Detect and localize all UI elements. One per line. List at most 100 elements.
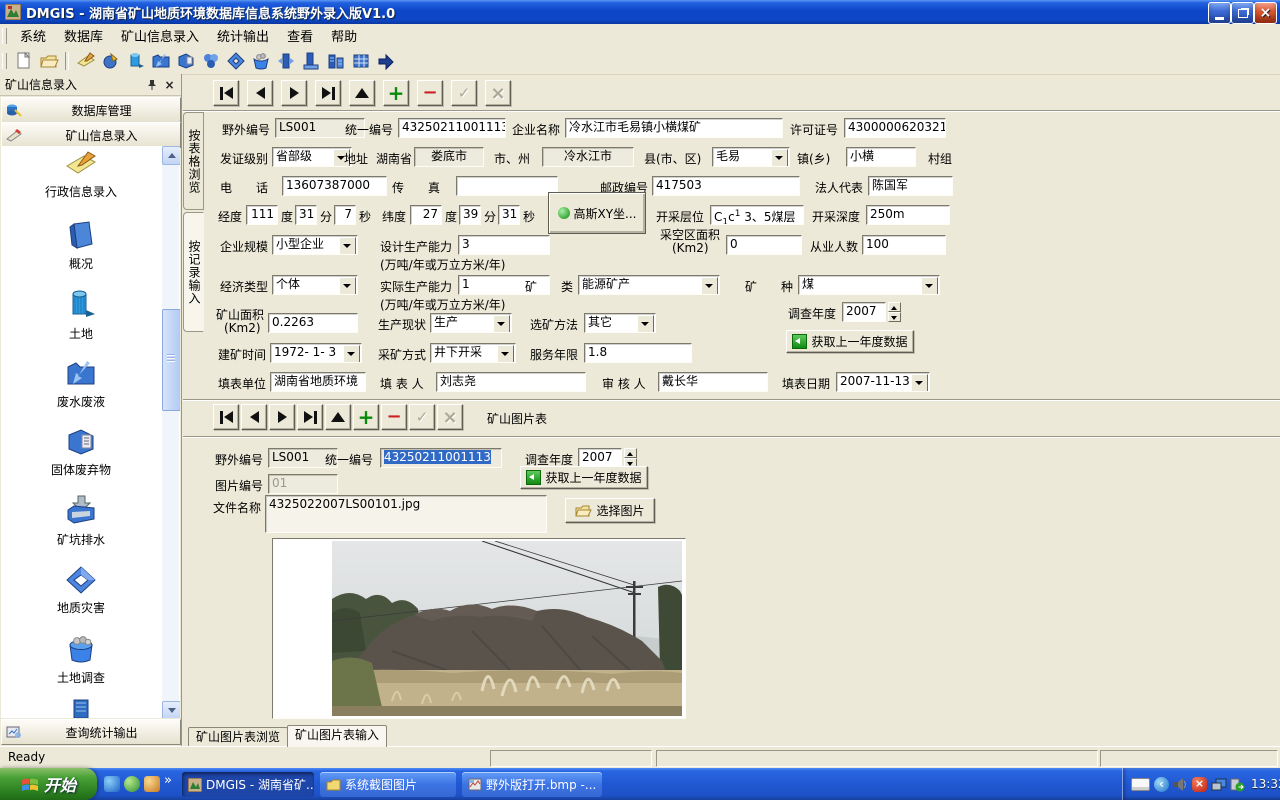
survey-bucket-icon[interactable] (249, 50, 272, 72)
dropdown-arrow-icon[interactable] (771, 149, 788, 167)
pic-cancel-button[interactable] (437, 404, 463, 430)
rec-prev-button[interactable] (247, 80, 273, 106)
sign-entry-icon[interactable] (74, 50, 97, 72)
pic-first-button[interactable] (213, 404, 239, 430)
open-folder-icon[interactable] (37, 50, 60, 72)
rec-last-button[interactable] (315, 80, 341, 106)
quicklaunch-media-icon[interactable] (124, 776, 140, 792)
pic-tongyi-field[interactable]: 43250211001113 (380, 448, 502, 468)
menu-system[interactable]: 系统 (11, 24, 55, 47)
restore-button[interactable] (1231, 2, 1254, 24)
grid-box-icon[interactable] (349, 50, 372, 72)
solidwaste-box-icon[interactable] (174, 50, 197, 72)
rec-first-button[interactable] (213, 80, 239, 106)
menu-database[interactable]: 数据库 (55, 24, 112, 47)
rec-cancel-button[interactable] (485, 80, 511, 106)
xian-combo[interactable]: 毛易 (712, 147, 790, 167)
weidu-sec-field[interactable]: 31 (498, 205, 520, 225)
pic-next-button[interactable] (269, 404, 295, 430)
sidebar-item-xingzheng[interactable]: 行政信息录入 (1, 150, 161, 200)
sidebar-item-paishui[interactable]: 矿坑排水 (1, 494, 161, 548)
scroll-down-icon[interactable] (162, 701, 180, 718)
dropdown-arrow-icon[interactable] (921, 277, 938, 295)
zhen-field[interactable]: 小横 (846, 147, 916, 167)
dropdown-arrow-icon[interactable] (497, 345, 514, 363)
dropdown-arrow-icon[interactable] (343, 345, 360, 363)
dcnd-field[interactable]: 2007 (842, 302, 886, 322)
sidebar-item-diaocha[interactable]: 土地调查 (1, 632, 161, 686)
close-panel-icon[interactable]: × (162, 77, 177, 92)
gauss-xy-button[interactable]: 高斯XY坐... (548, 192, 646, 234)
spin-down-icon[interactable] (888, 312, 901, 322)
tab-picture-browse[interactable]: 矿山图片表浏览 (188, 727, 288, 747)
sidebar-group-query-output[interactable]: 查询统计输出 (1, 719, 181, 745)
exit-arrow-icon[interactable] (374, 50, 397, 72)
tray-network-icon[interactable] (1211, 777, 1226, 792)
dropdown-arrow-icon[interactable] (339, 277, 356, 295)
sidebar-scrollbar[interactable] (162, 146, 179, 718)
land-block-icon[interactable] (299, 50, 322, 72)
shizhou-field[interactable]: 冷水江市 (542, 147, 634, 167)
rec-add-button[interactable] (383, 80, 409, 106)
qiye-field[interactable]: 冷水江市毛易镇小横煤矿 (565, 118, 783, 138)
sidebar-item-guti[interactable]: 固体废弃物 (1, 426, 161, 478)
dropdown-arrow-icon[interactable] (339, 237, 356, 255)
tbr-field[interactable]: 刘志尧 (436, 372, 586, 392)
faren-field[interactable]: 陈国军 (868, 176, 953, 196)
jiankuang-combo[interactable]: 1972- 1- 3 (270, 343, 362, 363)
jingdu-deg-field[interactable]: 111 (246, 205, 278, 225)
wastewater-folder-icon[interactable] (149, 50, 172, 72)
tray-update-icon[interactable] (1230, 777, 1245, 792)
xianzhuang-combo[interactable]: 生产 (430, 313, 512, 333)
jingdu-min-field[interactable]: 31 (295, 205, 317, 225)
land-cylinder-icon[interactable] (124, 50, 147, 72)
start-button[interactable]: 开始 (0, 768, 97, 800)
select-image-button[interactable]: 选择图片 (565, 498, 655, 523)
clover-icon[interactable] (199, 50, 222, 72)
kccw-field[interactable]: C1c1 3、5煤层 (710, 205, 804, 225)
jingdu-sec-field[interactable]: 7 (334, 205, 356, 225)
tel-field[interactable]: 13607387000 (282, 176, 387, 196)
mianji-field[interactable]: 0.2263 (268, 313, 358, 333)
weidu-deg-field[interactable]: 27 (410, 205, 442, 225)
dcnd-spinner[interactable] (888, 302, 901, 322)
minimize-button[interactable] (1208, 2, 1231, 24)
sidebar-item-zaihai[interactable]: 地质灾害 (1, 564, 161, 616)
dropdown-arrow-icon[interactable] (701, 277, 718, 295)
sidebar-item-tudi[interactable]: 土地 (1, 288, 161, 342)
tray-security-shield-icon[interactable]: × (1192, 777, 1207, 792)
quicklaunch-chevron-icon[interactable]: » (164, 773, 172, 788)
vtab-table-browse[interactable]: 按表格浏览 (183, 112, 204, 210)
rec-delete-button[interactable] (417, 80, 443, 106)
sidebar-item-feishui[interactable]: 废水废液 (1, 358, 161, 410)
rec-up-button[interactable] (349, 80, 375, 106)
youbian-field[interactable]: 417503 (652, 176, 800, 196)
menu-mine-entry[interactable]: 矿山信息录入 (112, 24, 208, 47)
taskbar-task-dmgis[interactable]: DMGIS - 湖南省矿... (182, 772, 314, 797)
sidebar-group-mine-entry[interactable]: 矿山信息录入 (1, 122, 181, 148)
fuwu-field[interactable]: 1.8 (584, 343, 692, 363)
pic-tupian-field[interactable]: 01 (268, 474, 338, 494)
xuankuang-combo[interactable]: 其它 (584, 313, 656, 333)
scroll-thumb[interactable] (162, 309, 180, 411)
menu-stats-output[interactable]: 统计输出 (208, 24, 278, 47)
city-field[interactable]: 娄底市 (414, 147, 484, 167)
scroll-up-icon[interactable] (162, 146, 180, 165)
kuangzhong-combo[interactable]: 煤 (798, 275, 940, 295)
get-prev-year-button[interactable]: 获取上一年度数据 (786, 330, 914, 353)
drainage-column-icon[interactable] (274, 50, 297, 72)
pic-dcnd-spinner[interactable] (624, 448, 637, 468)
tray-volume-icon[interactable] (1173, 777, 1188, 792)
congye-field[interactable]: 100 (862, 235, 946, 255)
menu-view[interactable]: 查看 (278, 24, 322, 47)
rec-confirm-button[interactable] (451, 80, 477, 106)
pic-file-field[interactable]: 4325022007LS00101.jpg (265, 495, 547, 533)
tongyi-field[interactable]: 43250211001113 (398, 118, 506, 138)
kcsd-field[interactable]: 250m (866, 205, 950, 225)
guimo-combo[interactable]: 小型企业 (272, 235, 358, 255)
pic-prev-button[interactable] (241, 404, 267, 430)
pic-up-button[interactable] (325, 404, 351, 430)
fazheng-combo[interactable]: 省部级 (272, 147, 352, 167)
fax-field[interactable] (456, 176, 558, 196)
kuanglei-combo[interactable]: 能源矿产 (578, 275, 720, 295)
